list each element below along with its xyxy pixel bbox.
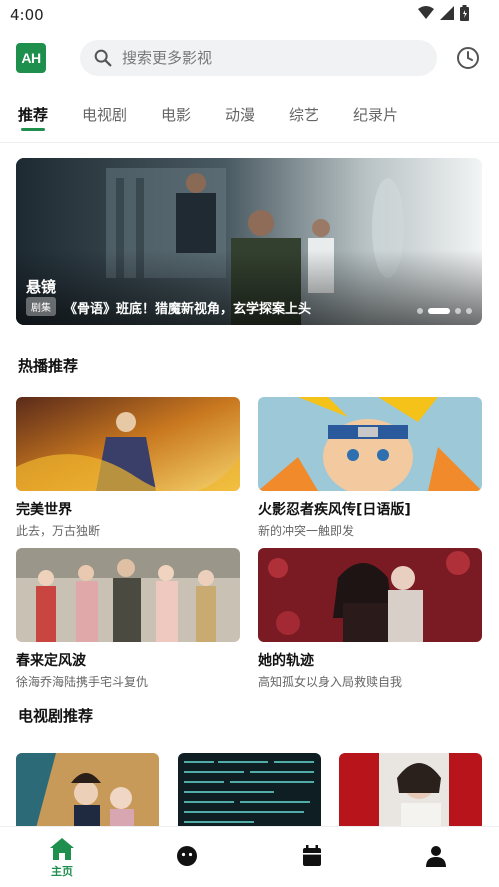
tab-tv-series[interactable]: 电视剧	[82, 104, 127, 140]
tv-thumbnail[interactable]	[339, 753, 482, 828]
video-thumbnail	[16, 548, 240, 642]
search-icon	[94, 49, 112, 67]
home-icon	[50, 838, 74, 860]
section-title-tv: 电视剧推荐	[18, 707, 94, 725]
banner-tag: 剧集	[26, 297, 56, 316]
history-icon[interactable]	[456, 46, 480, 70]
battery-icon	[460, 5, 469, 21]
person-icon	[426, 846, 446, 867]
search-input[interactable]	[122, 49, 422, 67]
tab-documentary[interactable]: 纪录片	[353, 104, 398, 140]
nav-shorts[interactable]	[157, 827, 217, 887]
video-thumbnail	[258, 548, 482, 642]
video-description: 高知孤女以身入局救赎自我	[258, 675, 403, 689]
featured-banner[interactable]: 悬镜 剧集 《骨语》班底！猎魔新视角，玄学探案上头	[16, 158, 482, 325]
banner-pagination	[417, 308, 472, 314]
video-description: 新的冲突一触即发	[258, 524, 355, 538]
video-description: 徐海乔海陆携手宅斗复仇	[16, 675, 149, 689]
video-thumbnail	[16, 397, 240, 491]
video-title: 完美世界	[16, 502, 72, 518]
bottom-navigation: 主页	[0, 826, 499, 887]
pagination-dot-active[interactable]	[428, 308, 450, 314]
pagination-dot[interactable]	[417, 308, 423, 314]
calendar-icon	[303, 845, 321, 866]
banner-title: 悬镜	[26, 278, 57, 296]
video-card[interactable]: 她的轨迹 高知孤女以身入局救赎自我	[258, 548, 482, 690]
banner-subtitle: 《骨语》班底！猎魔新视角，玄学探案上头	[64, 302, 312, 317]
nav-profile[interactable]	[406, 827, 466, 887]
section-title-hot: 热播推荐	[18, 357, 79, 375]
video-description: 此去，万古独断	[16, 524, 101, 538]
video-card[interactable]: 火影忍者疾风传[日语版] 新的冲突一触即发	[258, 397, 482, 539]
status-icons	[418, 5, 469, 21]
nav-schedule[interactable]	[282, 827, 342, 887]
tab-variety[interactable]: 综艺	[289, 104, 319, 140]
pagination-dot[interactable]	[466, 308, 472, 314]
status-time: 4:00	[10, 6, 44, 24]
status-bar: 4:00	[0, 0, 499, 30]
tab-divider	[0, 142, 499, 143]
tv-thumbnail[interactable]	[16, 753, 159, 828]
signal-icon	[440, 6, 454, 20]
video-card[interactable]: 完美世界 此去，万古独断	[16, 397, 240, 539]
nav-home[interactable]: 主页	[32, 827, 92, 887]
app-logo[interactable]: AH	[16, 43, 46, 73]
tab-recommend[interactable]: 推荐	[18, 104, 48, 140]
tab-movies[interactable]: 电影	[161, 104, 191, 140]
video-thumbnail	[258, 397, 482, 491]
video-title: 她的轨迹	[258, 653, 314, 669]
video-title: 春来定风波	[16, 653, 86, 669]
category-tabs: 推荐 电视剧 电影 动漫 综艺 纪录片	[0, 104, 499, 140]
tv-thumbnail[interactable]	[178, 753, 321, 828]
pagination-dot[interactable]	[455, 308, 461, 314]
tab-anime[interactable]: 动漫	[225, 104, 255, 140]
face-icon	[177, 846, 197, 866]
wifi-icon	[418, 6, 434, 19]
video-card[interactable]: 春来定风波 徐海乔海陆携手宅斗复仇	[16, 548, 240, 690]
nav-home-label: 主页	[51, 865, 73, 878]
search-bar[interactable]	[80, 40, 437, 76]
video-title: 火影忍者疾风传[日语版]	[258, 502, 411, 518]
